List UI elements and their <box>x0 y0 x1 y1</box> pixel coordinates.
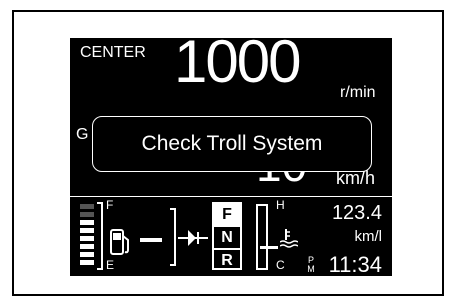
fuel-bar-segment <box>80 228 94 233</box>
fuel-economy-value: 123.4 <box>331 202 382 224</box>
trolling-motor-icon <box>178 226 210 255</box>
fuel-economy-unit: km/l <box>354 228 383 245</box>
gear-f: F <box>214 204 240 225</box>
clock-period: P M <box>306 256 316 274</box>
fuel-bar-segment <box>80 236 94 241</box>
warning-popup: Check Troll System <box>92 116 372 172</box>
fuel-pump-icon <box>110 228 132 261</box>
temperature-gauge-bar <box>256 204 268 270</box>
temperature-cold-label: C <box>276 258 285 272</box>
fuel-bar-segment <box>80 244 94 249</box>
gear-n: N <box>214 225 240 248</box>
fuel-bar-segment <box>80 252 94 257</box>
fuel-bar-segment <box>80 204 94 209</box>
clock-time: 11:34 <box>328 252 382 276</box>
fuel-bar-segment <box>80 220 94 225</box>
fuel-gauge-bars <box>80 204 96 268</box>
temperature-level-marker <box>260 246 278 249</box>
divider-line <box>70 196 392 197</box>
fuel-separator-dash <box>140 238 162 242</box>
fuel-gauge-bracket <box>97 202 103 270</box>
rpm-value: 1000 <box>174 38 301 95</box>
instrument-display: CENTER 1000 r/min G 10 km/h Check Troll … <box>70 38 392 276</box>
mode-label: CENTER <box>80 44 146 61</box>
rpm-unit: r/min <box>340 84 376 101</box>
coolant-temperature-icon <box>279 228 299 253</box>
popup-message: Check Troll System <box>141 132 323 155</box>
gear-r: R <box>214 248 240 271</box>
gear-indicator: FNR <box>212 202 242 270</box>
fuel-bar-segment <box>80 212 94 217</box>
fuel-full-label: F <box>106 198 114 212</box>
fuel-bar-segment <box>80 260 94 265</box>
clock-period-bottom: M <box>307 264 315 274</box>
secondary-label-partial: G <box>76 126 89 143</box>
trim-bracket <box>170 208 176 266</box>
temperature-hot-label: H <box>276 198 285 212</box>
